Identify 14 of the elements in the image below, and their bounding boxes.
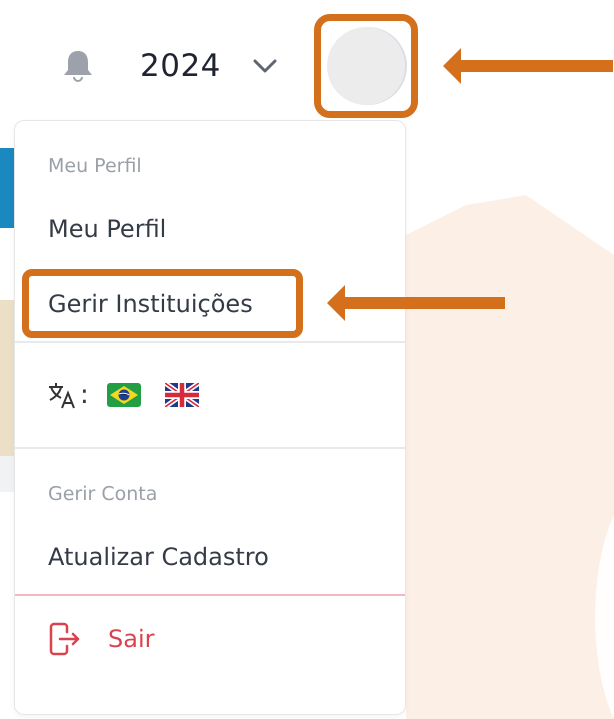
language-separator: : xyxy=(80,380,89,410)
chevron-down-icon[interactable] xyxy=(252,59,277,73)
menu-item[interactable]: Meu Perfil xyxy=(48,214,166,242)
bell-icon[interactable] xyxy=(62,49,94,83)
translate-icon xyxy=(48,381,76,409)
menu-item[interactable]: Atualizar Cadastro xyxy=(48,542,269,570)
menu-item[interactable]: Gerir Instituições xyxy=(48,290,253,318)
menu-section-header: Gerir Conta xyxy=(48,483,158,505)
logout-link[interactable]: Sair xyxy=(108,625,154,653)
logout-icon[interactable] xyxy=(48,622,80,656)
brazil-flag-icon[interactable] xyxy=(106,383,141,407)
uk-flag-icon[interactable] xyxy=(164,383,199,407)
menu-section-header: Meu Perfil xyxy=(48,155,142,177)
year-selector[interactable]: 2024 xyxy=(140,48,221,84)
